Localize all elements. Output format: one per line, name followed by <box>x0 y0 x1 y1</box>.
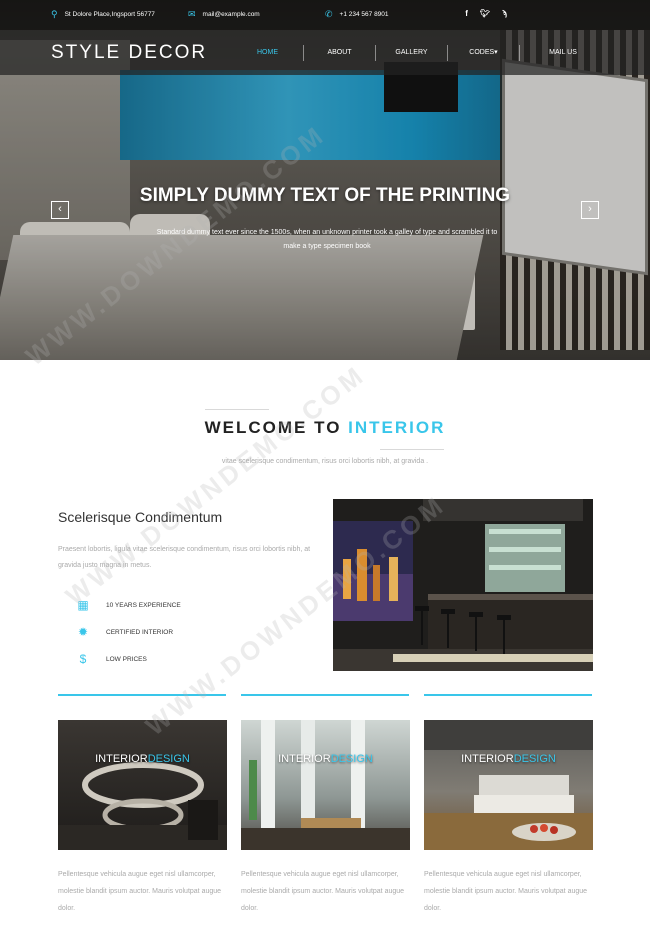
chandelier-image <box>58 762 227 850</box>
rss-icon[interactable]: ϡ <box>502 9 507 18</box>
card-image[interactable]: INTERIORDESIGN <box>58 720 227 850</box>
welcome-subtitle: vitae scelerisque condimentum, risus orc… <box>221 458 429 465</box>
nav-item-about[interactable]: ABOUT <box>304 44 376 61</box>
card-label-b: DESIGN <box>330 753 373 765</box>
main-nav: HOME ABOUT GALLERY CODES▾ MAIL US <box>232 30 606 75</box>
welcome-title: WELCOME TO INTERIOR <box>0 418 650 438</box>
card-label-a: INTERIOR <box>461 753 514 765</box>
hero-title: SIMPLY DUMMY TEXT OF THE PRINTING <box>139 185 511 206</box>
kitchen-image <box>424 720 593 850</box>
address-text: St Dolore Place,Ingsport 56777 <box>64 11 155 18</box>
card-text: Pellentesque vehicula augue eget nisl ul… <box>424 871 588 912</box>
feature-item: $ LOW PRICES <box>76 652 147 666</box>
email-text[interactable]: mail@example.com <box>203 11 260 18</box>
title-divider <box>380 449 444 450</box>
phone-icon: ✆ <box>325 9 333 19</box>
card-accent-line <box>241 694 409 696</box>
card-label: INTERIORDESIGN <box>241 753 410 765</box>
dollar-icon: $ <box>79 652 87 666</box>
card-label-b: DESIGN <box>147 753 190 765</box>
card-text: Pellentesque vehicula augue eget nisl ul… <box>241 871 405 912</box>
map-pin-icon: ⚲ <box>51 9 58 19</box>
feature-label: LOW PRICES <box>106 655 147 663</box>
nav-item-mail-us[interactable]: MAIL US <box>520 45 606 61</box>
living-room-image <box>241 720 410 850</box>
nav-item-codes[interactable]: CODES▾ <box>448 44 520 61</box>
card-image[interactable]: INTERIORDESIGN <box>241 720 410 850</box>
feature-label: CERTIFIED INTERIOR <box>106 628 174 636</box>
twitter-icon[interactable]: 🐦︎ <box>480 9 490 18</box>
badge-icon: ✹ <box>77 625 89 639</box>
feature-label: 10 YEARS EXPERIENCE <box>106 601 181 609</box>
card-accent-line <box>424 694 592 696</box>
site-logo[interactable]: STYLE DECOR <box>51 42 207 64</box>
welcome-title-highlight: INTERIOR <box>348 418 446 437</box>
address-item: ⚲ St Dolore Place,Ingsport 56777 <box>51 10 155 19</box>
main-navbar: STYLE DECOR HOME ABOUT GALLERY CODES▾ MA… <box>0 30 650 75</box>
card-label: INTERIORDESIGN <box>424 753 593 765</box>
card-label-a: INTERIOR <box>95 753 148 765</box>
card-label: INTERIORDESIGN <box>58 753 227 765</box>
card-label-b: DESIGN <box>513 753 556 765</box>
nav-item-home[interactable]: HOME <box>232 44 304 61</box>
nav-item-gallery[interactable]: GALLERY <box>376 44 448 61</box>
card-text: Pellentesque vehicula augue eget nisl ul… <box>58 871 222 912</box>
phone-item: ✆ +1 234 567 8901 <box>325 10 389 19</box>
social-links: f 🐦︎ ϡ <box>465 9 507 18</box>
card-image[interactable]: INTERIORDESIGN <box>424 720 593 850</box>
feature-item: ✹ CERTIFIED INTERIOR <box>76 625 173 639</box>
card-label-a: INTERIOR <box>278 753 331 765</box>
bar-interior-image <box>333 499 593 671</box>
phone-text: +1 234 567 8901 <box>339 11 389 18</box>
email-item[interactable]: ✉ mail@example.com <box>188 10 260 19</box>
envelope-icon: ✉ <box>188 9 196 19</box>
about-photo <box>333 499 593 671</box>
slider-next-button[interactable]: › <box>581 201 599 219</box>
title-divider <box>205 409 269 410</box>
top-info-bar: ⚲ St Dolore Place,Ingsport 56777 ✉ mail@… <box>0 0 650 30</box>
facebook-icon[interactable]: f <box>465 9 468 18</box>
slider-prev-button[interactable]: ‹ <box>51 201 69 219</box>
